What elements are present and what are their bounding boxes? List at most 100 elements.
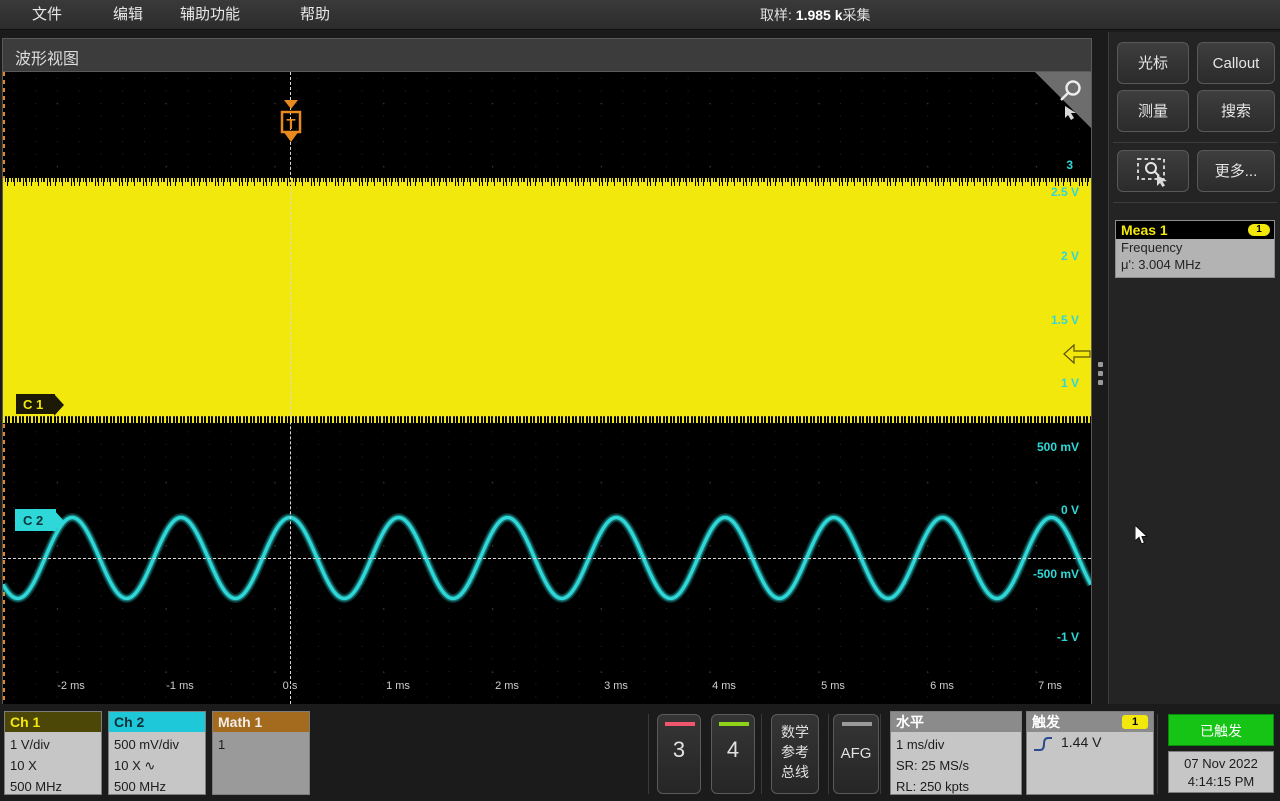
math1-badge-body: 1 [218, 734, 225, 755]
measurement-title: Meas 1 [1121, 222, 1168, 238]
afg-color-bar [842, 722, 872, 726]
waveform-view-title: 波形视图 [15, 51, 80, 68]
math1-badge-title: Math 1 [213, 712, 309, 732]
channel-4-button[interactable]: 4 [711, 714, 755, 794]
time-axis: -2 ms -1 ms 0 s 1 ms 2 ms 3 ms 4 ms 5 ms… [3, 670, 1091, 704]
afg-label: AFG [840, 745, 872, 762]
menu-bar: 文件 编辑 辅助功能 帮助 取样: 1.985 k采集 [0, 0, 1280, 30]
acquisition-suffix: 采集 [842, 7, 871, 23]
time-label-9: 7 ms [1038, 680, 1062, 692]
channel-4-color-bar [719, 722, 749, 726]
cursors-button[interactable]: 光标 [1117, 42, 1189, 84]
bottom-separator-1 [648, 714, 649, 794]
math-line-3: 总线 [781, 764, 809, 780]
ch2-settings-badge[interactable]: Ch 2 500 mV/div 10 X ∿ 500 MHz [108, 711, 206, 795]
ch1-vlabel-2: 1.5 V [1050, 313, 1079, 327]
measure-button[interactable]: 测量 [1117, 90, 1189, 132]
time-label-0: -2 ms [57, 680, 85, 692]
ch2-ground-dashed-line [3, 558, 1091, 559]
channel-3-color-bar [665, 722, 695, 726]
mouse-cursor [1134, 523, 1149, 551]
math1-settings-badge[interactable]: Math 1 1 [212, 711, 310, 795]
trigger-settings-badge[interactable]: 触发 1 1.44 V [1026, 711, 1154, 795]
ch2-vlabel-3: -1 V [1056, 630, 1079, 644]
ch2-probe-attenuation: 10 X ∿ [114, 758, 156, 773]
ch1-handle[interactable]: C 1 [15, 393, 65, 416]
callout-button[interactable]: Callout [1197, 42, 1275, 84]
ch2-vlabel-2: -500 mV [1032, 567, 1079, 581]
time-label-8: 6 ms [930, 680, 954, 692]
ch2-vlabel-0: 500 mV [1036, 440, 1079, 454]
splitter-dot-2 [1097, 371, 1103, 376]
menu-item-help[interactable]: 帮助 [290, 0, 340, 30]
search-button[interactable]: 搜索 [1197, 90, 1275, 132]
bottom-separator-4 [880, 714, 881, 794]
horizontal-timebase: 1 ms/div [896, 737, 945, 752]
menu-item-edit[interactable]: 编辑 [103, 0, 153, 30]
time-text: 4:14:15 PM [1187, 774, 1255, 789]
datetime-display: 07 Nov 2022 4:14:15 PM [1168, 751, 1274, 793]
horizontal-settings-badge[interactable]: 水平 1 ms/div SR: 25 MS/s RL: 250 kpts [890, 711, 1022, 795]
ch2-waveform-trace[interactable] [3, 72, 1091, 704]
waveform-view-header [3, 39, 1091, 72]
ch1-vlabel-1: 2 V [1060, 249, 1079, 263]
measurement-kind: Frequency [1121, 240, 1183, 255]
trigger-status-badge[interactable]: 已触发 [1168, 714, 1274, 746]
measurement-value: μ': 3.004 MHz [1121, 257, 1202, 272]
menu-item-file[interactable]: 文件 [22, 0, 72, 30]
trigger-source-badge: 1 [1122, 715, 1148, 729]
menu-item-accessibility[interactable]: 辅助功能 [170, 0, 250, 30]
zoom-select-button[interactable] [1117, 150, 1189, 192]
ch2-badge-title: Ch 2 [109, 712, 205, 732]
channel-4-label: 4 [726, 737, 740, 762]
trigger-position-dashed-line [290, 72, 291, 704]
ch1-badge-title: Ch 1 [5, 712, 101, 732]
channel-3-label: 3 [672, 737, 686, 762]
bottom-separator-5 [1157, 714, 1158, 794]
ch1-vlabel-0: 2.5 V [1050, 185, 1079, 199]
time-label-5: 3 ms [604, 680, 628, 692]
ch2-badge-body: 500 mV/div 10 X ∿ 500 MHz [114, 734, 180, 794]
ch1-badge-body: 1 V/div 10 X 500 MHz [10, 734, 62, 794]
ch1-settings-badge[interactable]: Ch 1 1 V/div 10 X 500 MHz [4, 711, 102, 795]
corner-channel-number: 3 [1066, 158, 1073, 172]
right-sidebar: 光标 Callout 测量 搜索 更多... Meas 1 1 Frequenc… [1108, 32, 1280, 704]
bottom-separator-3 [828, 714, 829, 794]
svg-text:T: T [286, 116, 295, 133]
measurement-badge-meas1[interactable]: Meas 1 1 Frequency μ': 3.004 MHz [1115, 220, 1275, 278]
trigger-level-value: 1.44 V [1061, 734, 1102, 750]
time-label-6: 4 ms [712, 680, 736, 692]
time-label-3: 1 ms [386, 680, 410, 692]
waveform-view-panel: 波形视图 T 3 C 1 C 2 2.5 V 2 V 1.5 V 1 V 500… [2, 38, 1092, 704]
horizontal-badge-body: 1 ms/div SR: 25 MS/s RL: 250 kpts [896, 734, 969, 794]
panel-splitter-handle[interactable] [1096, 362, 1104, 386]
plot-trigger-marker[interactable]: T [280, 100, 302, 142]
ch2-bandwidth: 500 MHz [114, 779, 167, 794]
horizontal-badge-title: 水平 [891, 712, 1021, 732]
more-button[interactable]: 更多... [1197, 150, 1275, 192]
afg-button[interactable]: AFG [833, 714, 879, 794]
zoom-corner-button[interactable] [1035, 72, 1091, 128]
bottom-separator-2 [761, 714, 762, 794]
ch2-vertical-scale: 500 mV/div [114, 737, 180, 752]
time-label-1: -1 ms [166, 680, 194, 692]
bottom-bar: Ch 1 1 V/div 10 X 500 MHz Ch 2 500 mV/di… [0, 706, 1280, 801]
math-line-2: 参考 [781, 744, 809, 760]
ch1-probe-attenuation: 10 X [10, 758, 37, 773]
channel-3-button[interactable]: 3 [657, 714, 701, 794]
time-label-4: 2 ms [495, 680, 519, 692]
oscilloscope-app: 文件 编辑 辅助功能 帮助 取样: 1.985 k采集 波形视图 T 3 C 1… [0, 0, 1280, 801]
measurement-source-badge: 1 [1248, 224, 1270, 236]
trigger-level-marker[interactable] [1063, 340, 1091, 373]
ch2-vlabel-1: 0 V [1060, 503, 1079, 517]
sidebar-separator-1 [1113, 142, 1277, 143]
math1-expression: 1 [218, 737, 226, 752]
ch1-vlabel-3: 1 V [1060, 376, 1079, 390]
plot-area[interactable]: T 3 C 1 C 2 2.5 V 2 V 1.5 V 1 V 500 mV 0… [3, 72, 1091, 704]
time-label-2: 0 s [282, 680, 298, 692]
math-ref-bus-button[interactable]: 数学 参考 总线 [771, 714, 819, 794]
acquisition-prefix: 取样: [760, 7, 796, 23]
zoom-select-icon [1137, 158, 1167, 187]
ch2-handle[interactable]: C 2 [15, 509, 65, 532]
rising-edge-icon [1033, 736, 1053, 757]
